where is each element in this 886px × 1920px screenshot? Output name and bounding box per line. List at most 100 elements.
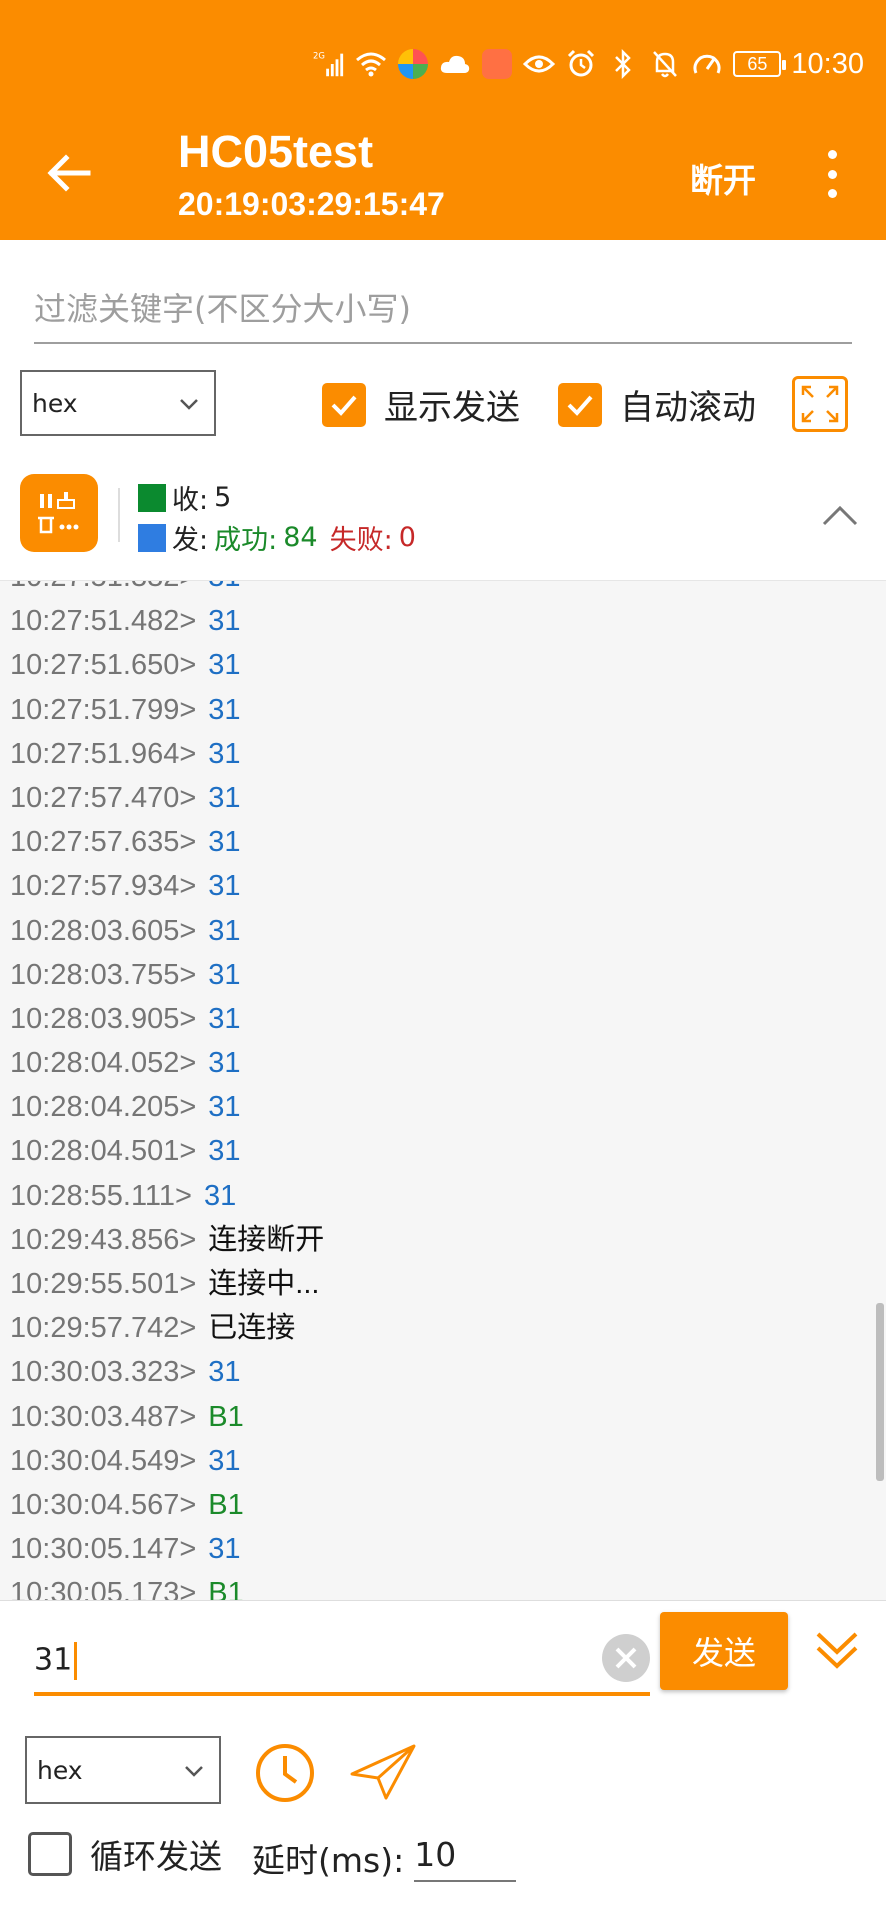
delay-input[interactable]: 10 — [414, 1835, 517, 1882]
send-input[interactable]: 31 — [34, 1626, 650, 1696]
log-row: 10:28:03.905> 31 — [10, 997, 324, 1041]
fullscreen-icon[interactable] — [792, 376, 848, 432]
log-row: 10:27:51.650> 31 — [10, 643, 324, 687]
log-timestamp: 10:28:04.205> — [10, 1091, 197, 1124]
send-label: 发: — [172, 525, 209, 556]
log-row: 10:27:57.635> 31 — [10, 820, 324, 864]
log-value: 31 — [208, 1047, 241, 1080]
log-row: 10:28:04.052> 31 — [10, 1041, 324, 1085]
delay-label: 延时(ms): — [252, 1841, 405, 1880]
log-row: 10:27:51.964> 31 — [10, 732, 324, 776]
log-row: 10:27:51.799> 31 — [10, 688, 324, 732]
log-value: 连接中... — [208, 1268, 320, 1300]
app-icon — [397, 48, 429, 80]
log-value: 31 — [208, 737, 241, 770]
log-value: 31 — [208, 1533, 241, 1566]
status-bar: 2G 65 10:30 — [313, 44, 864, 84]
log-timestamp: 10:27:57.470> — [10, 781, 197, 814]
show-send-checkbox[interactable]: 显示发送 — [322, 380, 520, 429]
loop-send-checkbox[interactable]: 循环发送 — [28, 1830, 222, 1878]
alarm-icon — [565, 48, 597, 80]
log-timestamp: 10:28:04.501> — [10, 1135, 197, 1168]
log-timestamp: 10:27:57.635> — [10, 826, 197, 859]
log-timestamp: 10:27:51.799> — [10, 693, 197, 726]
log-value: B1 — [208, 1400, 244, 1433]
log-row: 10:28:03.755> 31 — [10, 953, 324, 997]
send-stats: 发: 成功: 84 失败: 0 — [138, 518, 416, 557]
filter-input[interactable]: 过滤关键字(不区分大小写) — [34, 270, 852, 344]
device-title: HC05test — [178, 126, 374, 177]
pause-clear-button[interactable] — [20, 474, 98, 552]
back-arrow-icon[interactable] — [44, 148, 94, 198]
message-log[interactable]: 10:27:51.332>3110:27:51.482>3110:27:51.6… — [0, 580, 886, 1600]
log-value: 31 — [208, 781, 241, 814]
send-input-value: 31 — [34, 1642, 73, 1678]
wifi-icon — [355, 48, 387, 80]
success-count: 84 — [283, 522, 318, 553]
battery-level: 65 — [747, 53, 768, 74]
log-row: 10:30:03.323> 31 — [10, 1350, 324, 1394]
log-row: 10:30:05.147> 31 — [10, 1527, 324, 1571]
send-button[interactable]: 发送 — [660, 1612, 788, 1690]
log-value: B1 — [208, 1577, 244, 1600]
auto-scroll-checkbox[interactable]: 自动滚动 — [558, 380, 756, 429]
log-row: 10:27:51.332> 31 — [10, 581, 324, 599]
receive-label: 收: — [172, 485, 209, 516]
log-value: 31 — [208, 870, 241, 903]
clock: 10:30 — [791, 47, 864, 80]
log-row: 10:30:04.549> 31 — [10, 1439, 324, 1483]
delay-setting: 延时(ms): 10 — [252, 1834, 517, 1882]
log-value: 31 — [208, 1002, 241, 1035]
display-format-select[interactable]: hex — [20, 370, 216, 436]
overflow-menu-icon[interactable] — [818, 150, 846, 198]
log-value: 31 — [208, 649, 241, 682]
log-value: 31 — [208, 605, 241, 638]
log-row: 10:28:03.605> 31 — [10, 909, 324, 953]
receive-color-swatch — [138, 483, 166, 512]
log-value: 31 — [208, 1356, 241, 1389]
log-row: 10:30:04.567> B1 — [10, 1483, 324, 1527]
log-row: 10:29:55.501> 连接中... — [10, 1262, 324, 1306]
log-timestamp: 10:30:04.567> — [10, 1488, 197, 1521]
log-row: 10:27:51.482> 31 — [10, 599, 324, 643]
double-chevron-down-icon[interactable] — [812, 1624, 862, 1674]
log-row: 10:30:03.487> B1 — [10, 1395, 324, 1439]
log-timestamp: 10:30:03.323> — [10, 1356, 197, 1389]
signal-icon: 2G — [313, 48, 345, 80]
log-timestamp: 10:30:04.549> — [10, 1444, 197, 1477]
speedometer-icon — [691, 48, 723, 80]
pause-icon — [40, 494, 52, 508]
log-value: 31 — [208, 1444, 241, 1477]
log-value: B1 — [208, 1488, 244, 1521]
timer-clock-icon[interactable] — [254, 1742, 316, 1804]
cloud-icon — [439, 48, 471, 80]
log-value: 31 — [208, 1135, 241, 1168]
fail-label: 失败: — [329, 525, 393, 556]
log-timestamp: 10:29:43.856> — [10, 1223, 197, 1256]
bluetooth-icon — [607, 48, 639, 80]
send-format-value: hex — [37, 1755, 83, 1785]
success-label: 成功: — [214, 525, 278, 556]
log-row: 10:28:04.205> 31 — [10, 1085, 324, 1129]
loop-send-label: 循环发送 — [90, 1837, 222, 1876]
network-type: 2G — [313, 50, 325, 60]
scrollbar-thumb[interactable] — [876, 1303, 884, 1481]
device-address: 20:19:03:29:15:47 — [178, 186, 445, 222]
log-timestamp: 10:27:51.964> — [10, 737, 197, 770]
log-value: 连接断开 — [208, 1223, 325, 1256]
send-format-select[interactable]: hex — [25, 1736, 221, 1804]
stats-panel: 收: 5 发: 成功: 84 失败: 0 — [0, 458, 886, 580]
log-value: 31 — [208, 1091, 241, 1124]
paper-plane-icon[interactable] — [348, 1740, 418, 1804]
disconnect-button[interactable]: 断开 — [690, 154, 756, 202]
log-timestamp: 10:27:57.934> — [10, 870, 197, 903]
log-timestamp: 10:30:05.173> — [10, 1577, 197, 1600]
log-list: 10:27:51.332>3110:27:51.482>3110:27:51.6… — [10, 581, 325, 1600]
log-timestamp: 10:28:03.755> — [10, 958, 197, 991]
chevron-up-icon[interactable] — [820, 496, 860, 536]
log-timestamp: 10:27:51.482> — [10, 605, 197, 638]
clear-icon[interactable] — [602, 1634, 650, 1682]
filter-placeholder: 过滤关键字(不区分大小写) — [34, 290, 411, 328]
send-color-swatch — [138, 523, 166, 552]
log-timestamp: 10:30:05.147> — [10, 1533, 197, 1566]
